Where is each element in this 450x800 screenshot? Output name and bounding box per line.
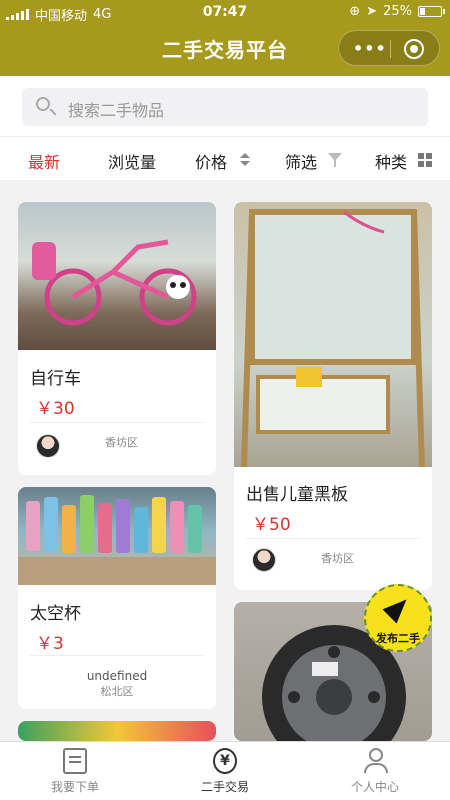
tab-profile[interactable]: 个人中心 (300, 742, 450, 800)
battery-fill (420, 8, 425, 15)
tab-label: 个人中心 (350, 780, 399, 794)
item-photo (18, 202, 216, 350)
item-card[interactable]: 自行车 ￥30 香坊区 (18, 202, 216, 475)
item-price: ￥3 (36, 634, 64, 654)
app-header: 中国移动 4G 07:47 ⊕ ➤ 25% 二手交易平台 ••• (0, 0, 450, 76)
location-arrow-icon: ➤ (366, 4, 378, 19)
blackboard-photo-art (241, 209, 425, 468)
item-price: ￥50 (252, 515, 291, 535)
filter-views[interactable]: 浏览量 (108, 149, 156, 173)
item-photo (18, 487, 216, 585)
divider (30, 422, 204, 423)
item-photo (234, 202, 432, 468)
yen-exchange-icon: ¥ (213, 748, 237, 774)
search-placeholder: 搜索二手物品 (68, 101, 165, 120)
publish-label: 发布二手 (376, 632, 420, 645)
funnel-icon (328, 153, 342, 167)
status-bar: 中国移动 4G 07:47 ⊕ ➤ 25% (0, 0, 450, 26)
miniprogram-capsule: ••• (338, 30, 440, 66)
filter-latest[interactable]: 最新 (28, 149, 60, 173)
item-price: ￥30 (36, 399, 75, 419)
filter-category[interactable]: 种类 (375, 149, 407, 173)
item-location: 香坊区 (321, 552, 354, 565)
item-location: 松北区 (100, 685, 134, 698)
paper-plane-icon (382, 592, 414, 624)
tab-order[interactable]: 我要下单 (0, 742, 150, 800)
item-card[interactable]: 出售儿童黑板 ￥50 香坊区 (234, 202, 432, 590)
divider (246, 538, 420, 539)
item-photo (18, 721, 216, 741)
item-location: 香坊区 (105, 436, 138, 449)
sort-arrows-icon (240, 153, 250, 167)
user-icon (363, 748, 388, 774)
seller-name: undefined (86, 669, 148, 683)
search-bar: 搜索二手物品 (0, 76, 450, 136)
item-name: 自行车 (30, 369, 81, 389)
publish-button[interactable]: 发布二手 (364, 584, 432, 652)
more-dots-icon[interactable]: ••• (353, 39, 386, 58)
tab-label: 我要下单 (50, 780, 99, 794)
status-right: ⊕ ➤ 25% (349, 4, 445, 19)
item-name: 太空杯 (30, 604, 81, 624)
capsule-divider (390, 40, 391, 58)
bicycle-photo-art (32, 239, 197, 326)
divider (30, 655, 204, 656)
filter-bar: 最新 浏览量 价格 筛选 种类 (0, 136, 450, 180)
item-card[interactable] (18, 721, 216, 741)
search-icon (36, 97, 50, 111)
tab-bar: 我要下单 ¥ 二手交易 个人中心 (0, 741, 450, 800)
filter-price[interactable]: 价格 (195, 149, 227, 173)
battery-percent: 25% (383, 4, 412, 19)
avatar (252, 548, 276, 572)
item-card[interactable]: 太空杯 ￥3 undefined 松北区 (18, 487, 216, 709)
avatar (36, 434, 60, 458)
target-circle-icon[interactable] (404, 39, 424, 59)
search-input[interactable]: 搜索二手物品 (22, 88, 428, 126)
tab-trade[interactable]: ¥ 二手交易 (150, 742, 300, 800)
tab-label: 二手交易 (200, 780, 249, 794)
item-name: 出售儿童黑板 (246, 485, 348, 505)
order-doc-icon (63, 748, 87, 774)
filter-screen[interactable]: 筛选 (285, 149, 317, 173)
battery-icon (418, 6, 445, 17)
lock-rotation-icon: ⊕ (349, 4, 361, 19)
grid-icon (418, 153, 433, 168)
cups-photo-art (18, 495, 216, 585)
